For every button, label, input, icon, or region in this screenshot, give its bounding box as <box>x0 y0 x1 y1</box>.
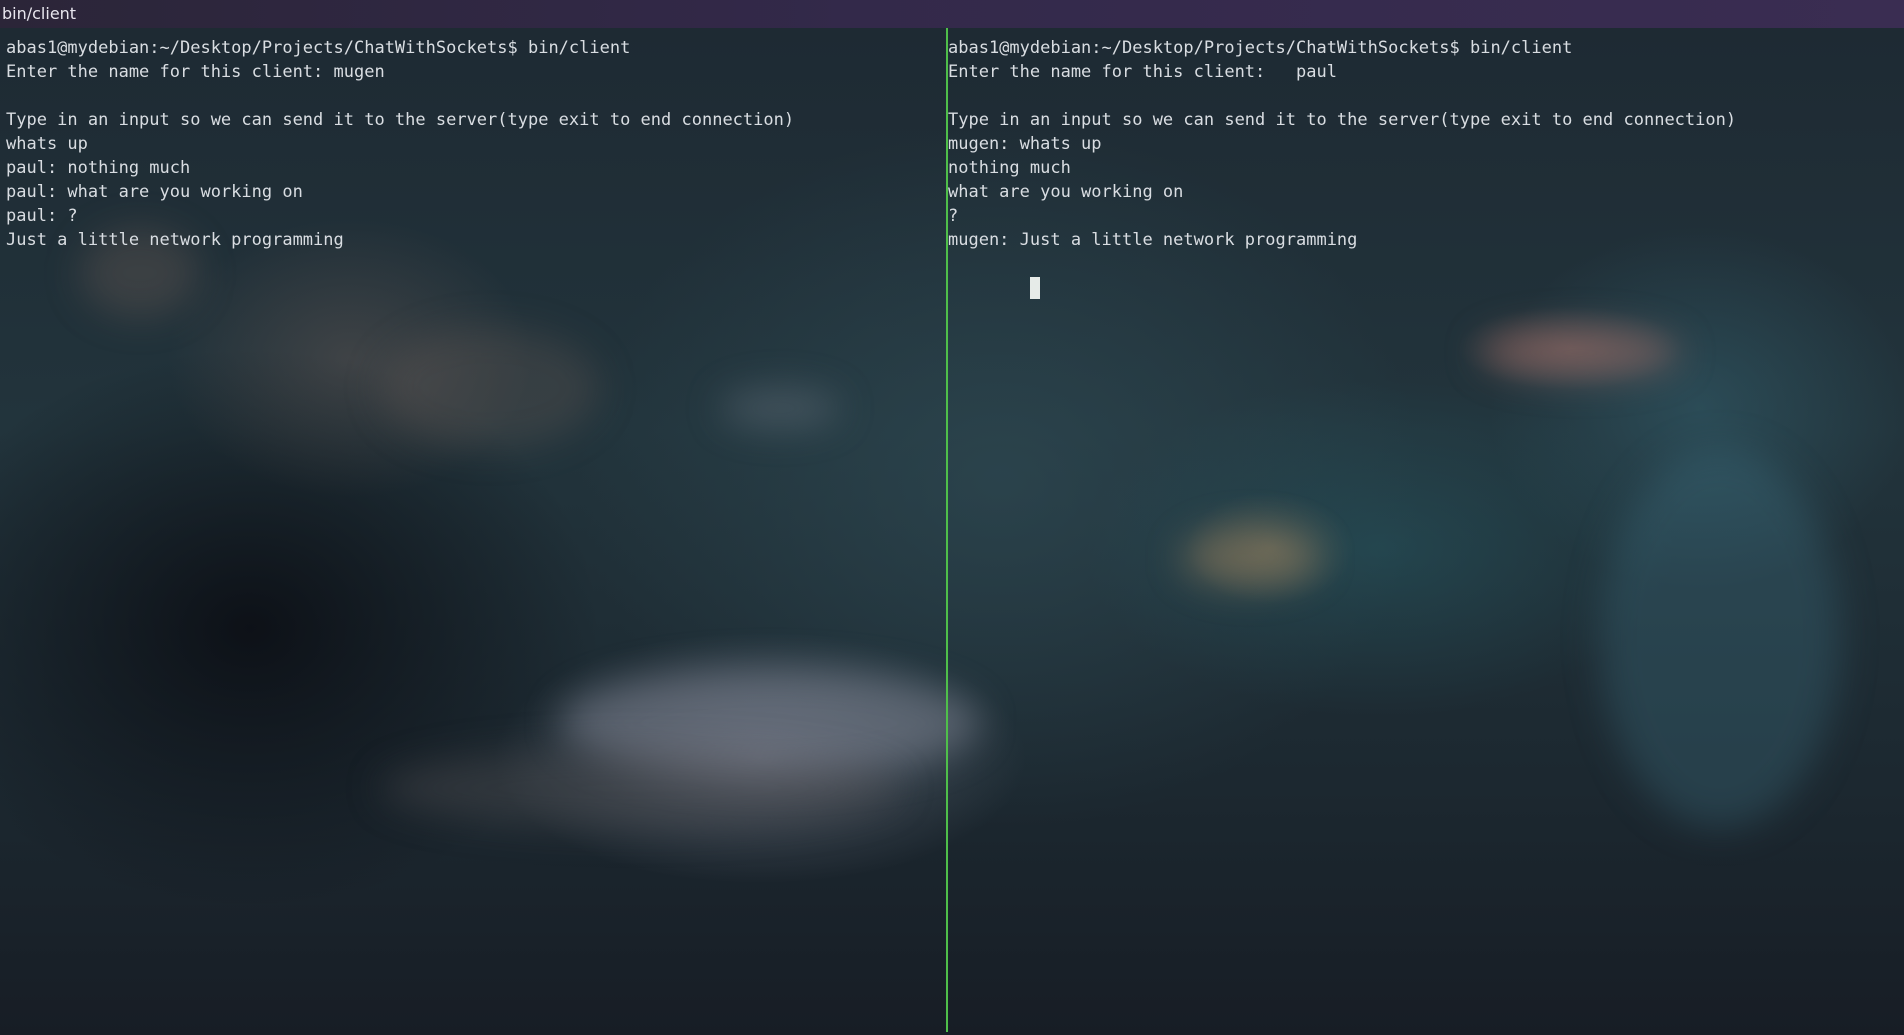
terminal-window: bin/client abas1@mydebian:~/Desktop/Proj… <box>0 0 1904 1035</box>
text-cursor <box>1029 277 1040 299</box>
terminal-line: Just a little network programming <box>6 230 344 250</box>
terminal-line: Type in an input so we can send it to th… <box>948 110 1737 130</box>
terminal-line: whats up <box>6 134 88 154</box>
terminal-workspace: abas1@mydebian:~/Desktop/Projects/ChatWi… <box>0 28 1904 1035</box>
window-title: bin/client <box>2 4 77 23</box>
terminal-line: what are you working on <box>948 182 1184 202</box>
terminal-line: Type in an input so we can send it to th… <box>6 110 795 130</box>
terminal-line: paul: what are you working on <box>6 182 303 202</box>
terminal-line: paul: ? <box>6 206 78 226</box>
terminal-line: mugen: whats up <box>948 134 1102 154</box>
terminal-pane-left[interactable]: abas1@mydebian:~/Desktop/Projects/ChatWi… <box>0 28 946 1035</box>
terminal-pane-right[interactable]: abas1@mydebian:~/Desktop/Projects/ChatWi… <box>948 28 1904 1035</box>
terminal-line: ? <box>948 206 959 226</box>
terminal-line: abas1@mydebian:~/Desktop/Projects/ChatWi… <box>948 38 1573 58</box>
terminal-line: mugen: Just a little network programming <box>948 230 1358 250</box>
terminal-line: nothing much <box>948 158 1071 178</box>
terminal-line: Enter the name for this client: paul <box>948 62 1337 82</box>
terminal-line: paul: nothing much <box>6 158 191 178</box>
terminal-line: Enter the name for this client: mugen <box>6 62 385 82</box>
terminal-line: abas1@mydebian:~/Desktop/Projects/ChatWi… <box>6 38 631 58</box>
window-title-bar[interactable]: bin/client <box>0 0 1904 28</box>
terminal-input-line[interactable] <box>948 252 1904 299</box>
